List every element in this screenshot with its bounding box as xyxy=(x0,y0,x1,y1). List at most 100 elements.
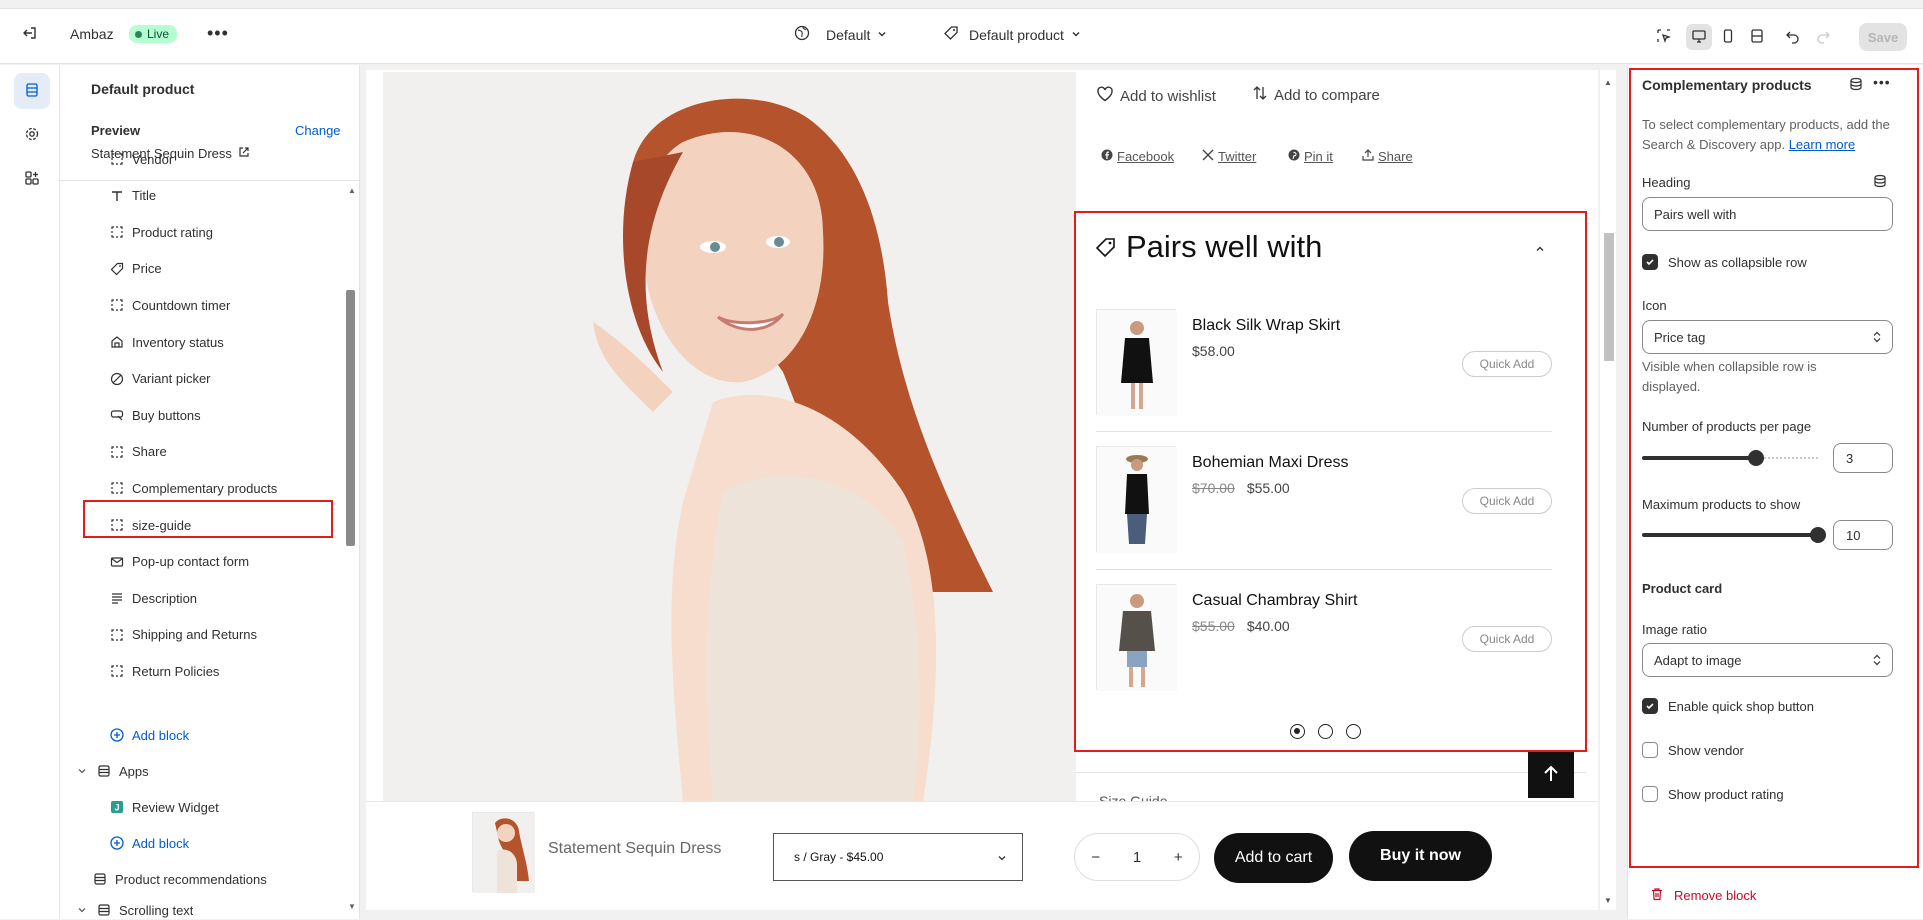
share-link[interactable]: Share xyxy=(1362,149,1413,164)
product-item[interactable]: Black Silk Wrap Skirt $58.00 Quick Add xyxy=(1096,309,1552,419)
chevron-up-icon[interactable] xyxy=(1534,243,1546,258)
add-to-cart-button[interactable]: Add to cart xyxy=(1214,833,1333,883)
slider-thumb[interactable] xyxy=(1748,450,1764,466)
canvas-scrollbar[interactable]: ▲ ▼ xyxy=(1600,70,1616,910)
max-products-input[interactable]: 10 xyxy=(1833,520,1893,550)
slider-thumb[interactable] xyxy=(1810,527,1826,543)
scroll-up-icon[interactable]: ▲ xyxy=(1604,78,1612,87)
theme-selector[interactable]: Default xyxy=(794,25,888,44)
slider-fill xyxy=(1642,533,1818,537)
pinterest-share-link[interactable]: Pin it xyxy=(1288,149,1333,164)
scroll-down-icon[interactable]: ▼ xyxy=(348,902,356,911)
exit-button[interactable] xyxy=(22,25,38,44)
more-menu-button[interactable]: ••• xyxy=(207,23,229,44)
quantity-stepper[interactable]: − 1 + xyxy=(1074,833,1200,881)
block-item-shipping-and-returns[interactable]: Shipping and Returns xyxy=(110,620,257,650)
show-rating-checkbox[interactable]: Show product rating xyxy=(1642,786,1784,802)
sections-nav-button[interactable] xyxy=(14,73,50,109)
collapsible-row-label: Show as collapsible row xyxy=(1668,254,1807,270)
twitter-share-link[interactable]: Twitter xyxy=(1202,149,1256,164)
quick-add-button[interactable]: Quick Add xyxy=(1462,488,1552,514)
sticky-product-thumbnail xyxy=(472,812,535,893)
quantity-value[interactable]: 1 xyxy=(1133,849,1141,866)
scrolling-text-section[interactable]: Scrolling text xyxy=(75,900,193,920)
minus-button[interactable]: − xyxy=(1091,849,1100,866)
quick-shop-checkbox[interactable]: Enable quick shop button xyxy=(1642,698,1814,714)
save-button[interactable]: Save xyxy=(1859,23,1907,51)
add-to-wishlist-link[interactable]: Add to wishlist xyxy=(1096,85,1216,107)
block-item-title[interactable]: Title xyxy=(110,181,156,211)
block-item-description[interactable]: Description xyxy=(110,583,197,613)
remove-block-button[interactable]: Remove block xyxy=(1650,887,1756,904)
settings-title: Complementary products xyxy=(1642,77,1812,93)
collapsible-row-checkbox[interactable]: Show as collapsible row xyxy=(1642,254,1807,270)
block-item-label: Return Policies xyxy=(132,663,220,679)
variant-select[interactable]: s / Gray - $45.00 xyxy=(773,833,1023,881)
dynamic-source-icon[interactable] xyxy=(1873,174,1887,191)
show-vendor-checkbox[interactable]: Show vendor xyxy=(1642,742,1744,758)
template-title: Default product xyxy=(91,81,195,97)
buy-it-now-button[interactable]: Buy it now xyxy=(1349,831,1492,881)
price-tag-icon xyxy=(1094,237,1116,262)
template-selector[interactable]: Default product xyxy=(943,25,1082,44)
block-item-countdown-timer[interactable]: Countdown timer xyxy=(110,290,230,320)
icon-select[interactable]: Price tag xyxy=(1642,320,1893,354)
learn-more-link[interactable]: Learn more xyxy=(1789,137,1855,152)
plus-button[interactable]: + xyxy=(1174,849,1183,866)
block-item-label: Variant picker xyxy=(132,371,211,387)
quick-add-button[interactable]: Quick Add xyxy=(1462,351,1552,377)
review-widget-item[interactable]: J Review Widget xyxy=(110,792,219,822)
block-item-buy-buttons[interactable]: Buy buttons xyxy=(110,400,201,430)
block-item-variant-picker[interactable]: Variant picker xyxy=(110,364,211,394)
block-item-vendor[interactable]: Vendor xyxy=(110,144,173,174)
block-item-product-rating[interactable]: Product rating xyxy=(110,217,213,247)
desktop-view-button[interactable] xyxy=(1686,24,1712,50)
add-app-block-button[interactable]: Add block xyxy=(110,828,189,858)
image-ratio-label: Image ratio xyxy=(1642,622,1708,637)
dynamic-source-icon[interactable] xyxy=(1849,77,1863,94)
quick-add-button[interactable]: Quick Add xyxy=(1462,626,1552,652)
chevron-down-icon xyxy=(1070,27,1082,43)
complementary-products-block[interactable]: Pairs well with Black Silk Wrap Skirt $5… xyxy=(1074,211,1587,752)
apps-group[interactable]: Apps xyxy=(75,756,149,786)
scroll-down-icon[interactable]: ▼ xyxy=(1604,896,1612,905)
block-item-complementary-products[interactable]: Complementary products xyxy=(110,473,277,503)
live-dot-icon xyxy=(135,30,142,38)
sidebar-scrollbar[interactable] xyxy=(346,290,355,546)
heading-input[interactable]: Pairs well with xyxy=(1642,197,1893,231)
canvas-scroll-thumb[interactable] xyxy=(1604,233,1614,361)
fullscreen-view-button[interactable] xyxy=(1744,24,1770,50)
product-hero-image xyxy=(383,72,1076,802)
undo-button[interactable] xyxy=(1780,24,1806,50)
block-item-inventory-status[interactable]: Inventory status xyxy=(110,327,224,357)
block-item-share[interactable]: Share xyxy=(110,437,167,467)
block-item-pop-up-contact-form[interactable]: Pop-up contact form xyxy=(110,547,249,577)
pagination-dot-active[interactable] xyxy=(1290,724,1305,739)
per-page-input[interactable]: 3 xyxy=(1833,443,1893,473)
product-item[interactable]: Bohemian Maxi Dress $70.00 $55.00 Quick … xyxy=(1096,446,1552,556)
mobile-view-button[interactable] xyxy=(1715,24,1741,50)
apps-nav-button[interactable] xyxy=(14,161,50,197)
theme-settings-nav-button[interactable] xyxy=(14,117,50,153)
scroll-up-icon[interactable]: ▲ xyxy=(348,186,356,195)
facebook-share-link[interactable]: Facebook xyxy=(1101,149,1174,164)
add-to-compare-link[interactable]: Add to compare xyxy=(1252,85,1380,105)
add-block-button[interactable]: Add block xyxy=(110,720,189,750)
block-icon xyxy=(110,152,124,166)
more-options-icon[interactable]: ••• xyxy=(1873,74,1891,90)
product-item[interactable]: Casual Chambray Shirt $55.00 $40.00 Quic… xyxy=(1096,584,1552,694)
image-ratio-select[interactable]: Adapt to image xyxy=(1642,643,1893,677)
twitter-label: Twitter xyxy=(1218,149,1257,164)
pagination-dot[interactable] xyxy=(1318,724,1333,739)
tag-icon xyxy=(943,25,959,44)
block-item-return-policies[interactable]: Return Policies xyxy=(110,656,219,686)
scroll-to-top-button[interactable] xyxy=(1528,752,1574,798)
pagination-dot[interactable] xyxy=(1346,724,1361,739)
trash-icon xyxy=(1650,887,1664,904)
product-recommendations-section[interactable]: Product recommendations xyxy=(93,864,267,894)
change-preview-link[interactable]: Change xyxy=(295,123,341,138)
checkbox-unchecked-icon xyxy=(1642,742,1658,758)
redo-button[interactable] xyxy=(1810,24,1836,50)
inspector-button[interactable] xyxy=(1651,24,1677,50)
block-item-price[interactable]: Price xyxy=(110,254,162,284)
